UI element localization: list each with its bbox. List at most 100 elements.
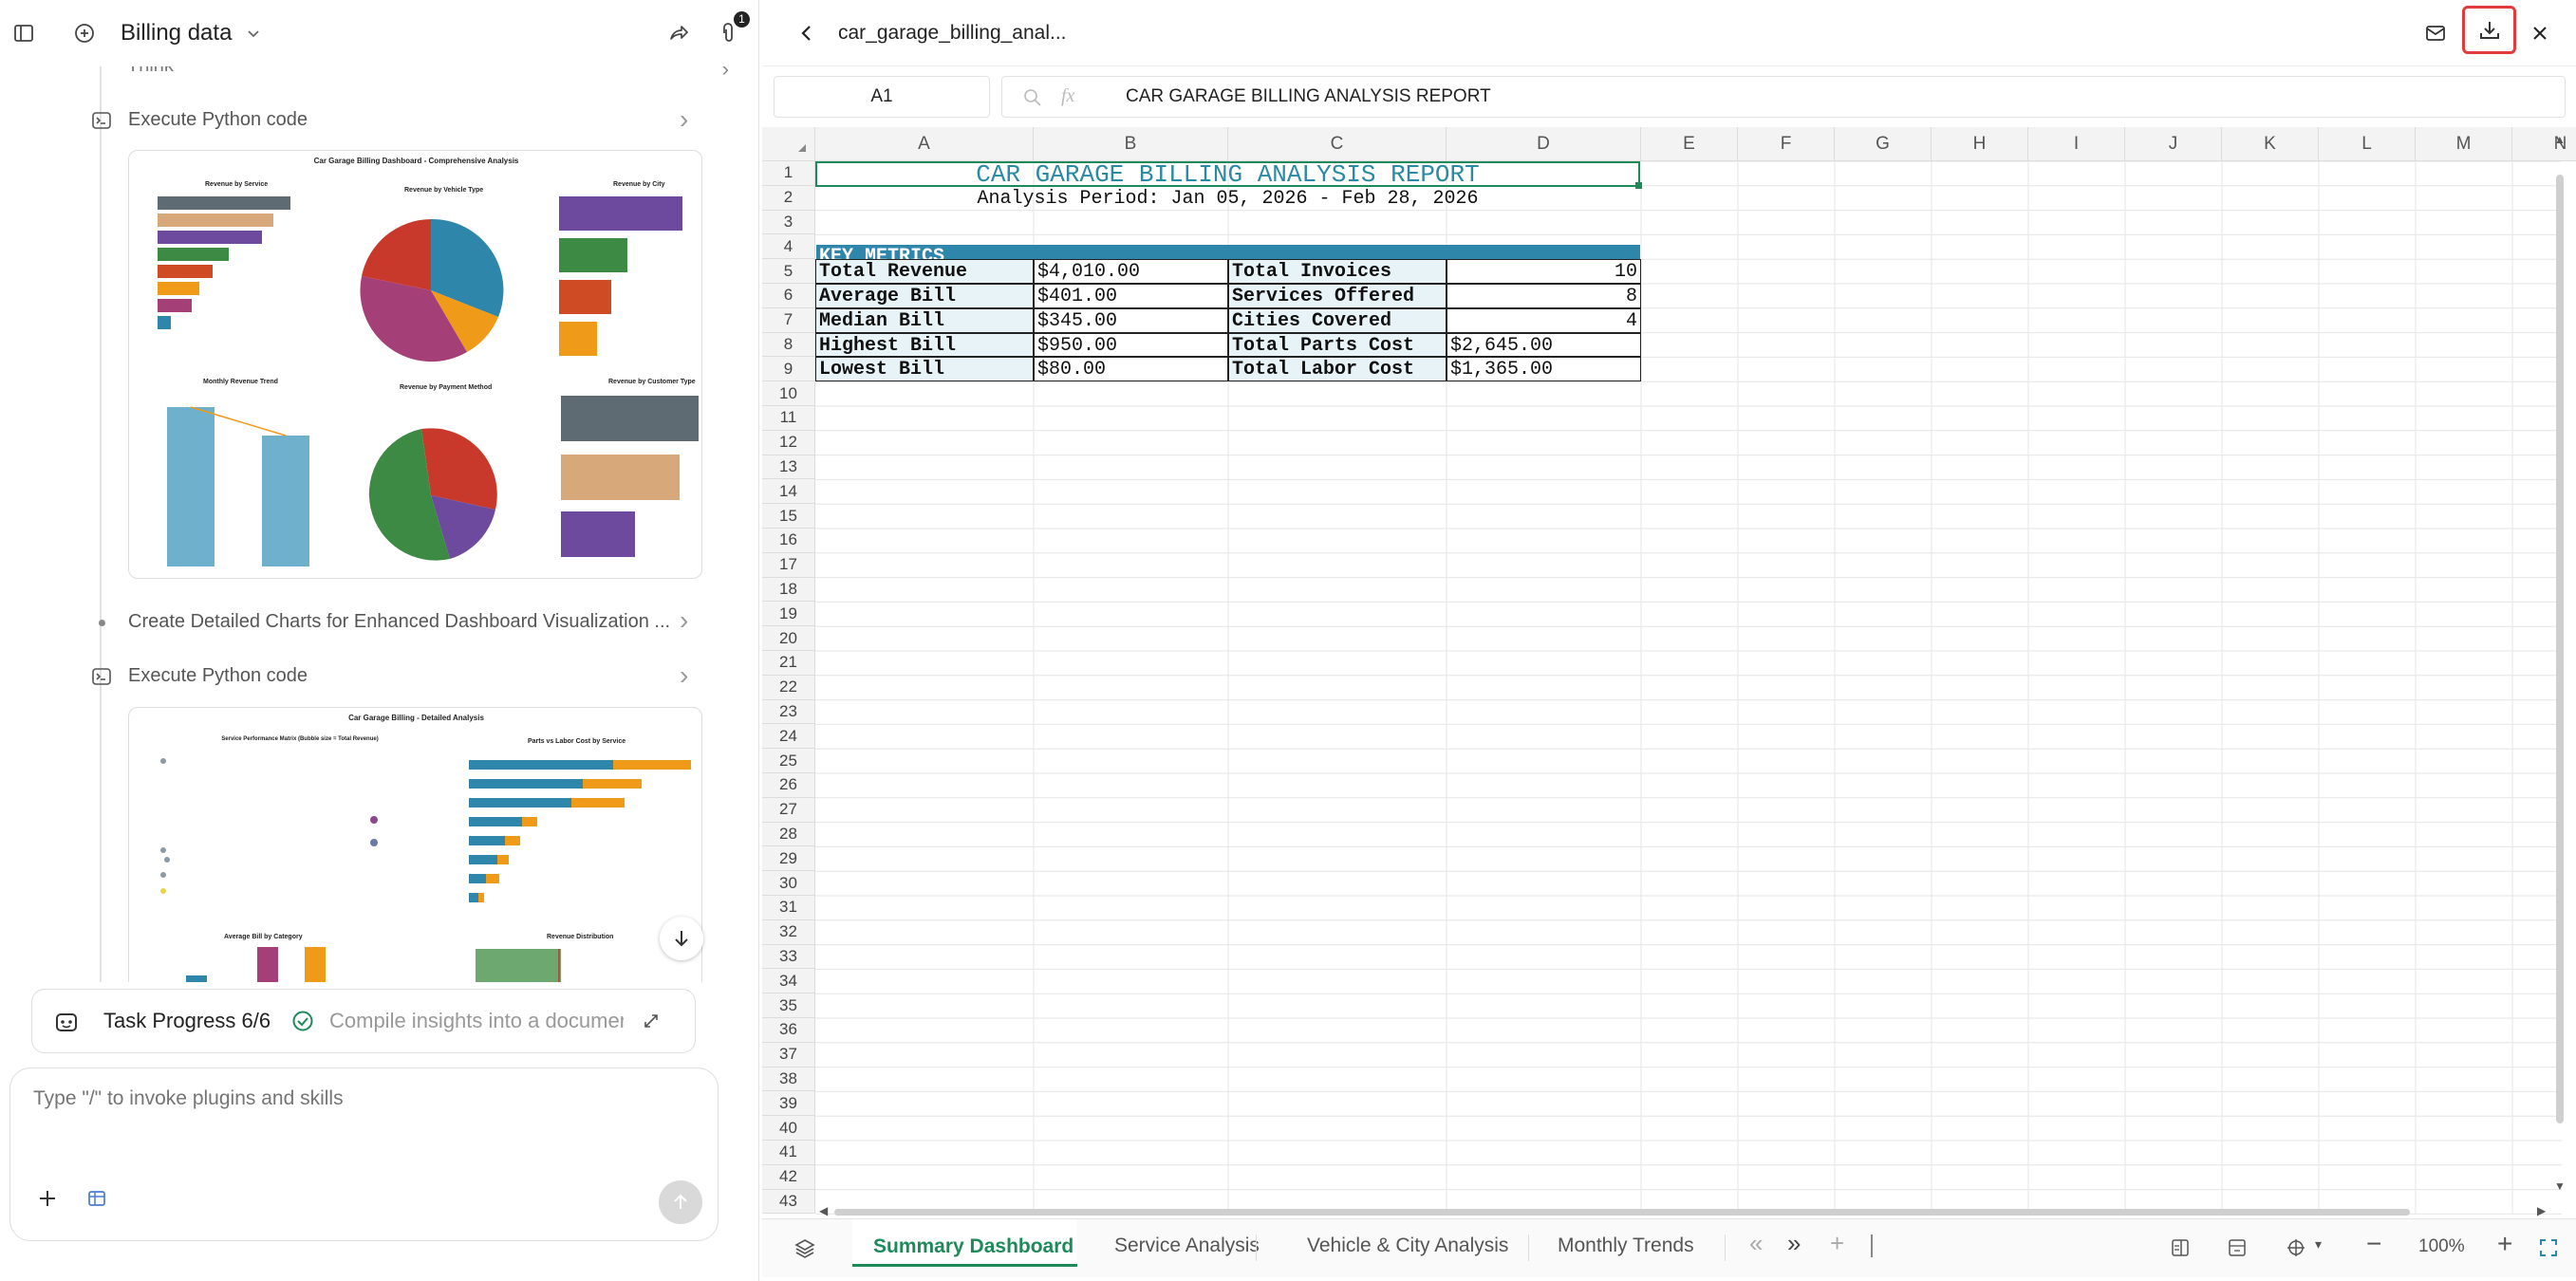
step1-chevron-icon[interactable]: › bbox=[680, 104, 688, 135]
back-icon[interactable] bbox=[793, 19, 821, 47]
metric-l1-cell[interactable]: Total Revenue bbox=[815, 259, 1034, 284]
metric-l2-cell[interactable]: Services Offered bbox=[1228, 284, 1447, 308]
metric-v2-cell[interactable]: $2,645.00 bbox=[1447, 332, 1641, 358]
tab-first-icon[interactable]: « bbox=[1749, 1229, 1763, 1258]
row-header[interactable]: 35 bbox=[762, 993, 815, 1018]
column-header-k[interactable]: K bbox=[2222, 127, 2319, 161]
row-header[interactable]: 42 bbox=[762, 1164, 815, 1190]
row-header[interactable]: 41 bbox=[762, 1141, 815, 1165]
column-header-n[interactable]: N bbox=[2512, 127, 2576, 161]
row-header[interactable]: 8 bbox=[762, 332, 815, 358]
select-all-corner[interactable] bbox=[762, 127, 815, 161]
column-header-h[interactable]: H bbox=[1932, 127, 2028, 161]
zoom-out-icon[interactable]: − bbox=[2366, 1229, 2381, 1259]
metric-v2-cell[interactable]: 4 bbox=[1447, 307, 1641, 333]
sheet-grid[interactable]: ABCDEFGHIJKLMN 1 2 3 4 5 6 7 8 9 10 11 12 13 14 15 16 17… bbox=[762, 127, 2576, 1218]
detailed-chart-image[interactable]: Car Garage Billing - Detailed Analysis S… bbox=[128, 707, 702, 982]
metric-l2-cell[interactable]: Total Labor Cost bbox=[1228, 357, 1447, 382]
chevron-down-icon[interactable] bbox=[243, 23, 264, 44]
send-button[interactable] bbox=[659, 1180, 702, 1224]
layers-icon[interactable] bbox=[791, 1235, 819, 1263]
scroll-up-arrow-icon[interactable]: ▲ bbox=[2554, 133, 2566, 146]
metric-v2-cell[interactable]: 10 bbox=[1447, 259, 1641, 284]
mail-icon[interactable] bbox=[2421, 19, 2450, 47]
row-header[interactable]: 5 bbox=[762, 259, 815, 284]
row-header[interactable]: 31 bbox=[762, 896, 815, 920]
row-header[interactable]: 28 bbox=[762, 822, 815, 847]
row-header[interactable]: 37 bbox=[762, 1042, 815, 1068]
column-header-e[interactable]: E bbox=[1641, 127, 1738, 161]
comment-view-icon[interactable] bbox=[2224, 1235, 2250, 1261]
report-title[interactable]: CAR GARAGE BILLING ANALYSIS REPORT bbox=[815, 162, 1640, 187]
metric-l2-cell[interactable]: Cities Covered bbox=[1228, 307, 1447, 333]
fullscreen-icon[interactable] bbox=[2535, 1235, 2562, 1261]
row-header[interactable]: 23 bbox=[762, 699, 815, 725]
step2-chevron-icon[interactable]: › bbox=[680, 605, 688, 636]
column-header-i[interactable]: I bbox=[2028, 127, 2125, 161]
metric-l1-cell[interactable]: Median Bill bbox=[815, 307, 1034, 333]
column-header-b[interactable]: B bbox=[1034, 127, 1228, 161]
row-header[interactable]: 1 bbox=[762, 161, 815, 186]
metric-v1-cell[interactable]: $4,010.00 bbox=[1034, 259, 1228, 284]
row-header[interactable]: 26 bbox=[762, 773, 815, 798]
row-header[interactable]: 17 bbox=[762, 552, 815, 578]
outline-view-icon[interactable] bbox=[2167, 1235, 2193, 1261]
row-header[interactable]: 11 bbox=[762, 406, 815, 431]
metric-v1-cell[interactable]: $401.00 bbox=[1034, 284, 1228, 308]
horizontal-scrollbar[interactable] bbox=[834, 1209, 2410, 1216]
row-header[interactable]: 32 bbox=[762, 919, 815, 945]
download-button[interactable] bbox=[2462, 6, 2516, 54]
row-header[interactable]: 39 bbox=[762, 1091, 815, 1117]
row-header[interactable]: 3 bbox=[762, 210, 815, 235]
share-icon[interactable] bbox=[664, 19, 693, 47]
step-execute-python-1[interactable]: Execute Python code bbox=[128, 109, 308, 131]
metric-l1-cell[interactable]: Average Bill bbox=[815, 284, 1034, 308]
row-header[interactable]: 16 bbox=[762, 529, 815, 553]
row-header[interactable]: 7 bbox=[762, 307, 815, 333]
chat-input-box[interactable] bbox=[9, 1068, 719, 1241]
row-header[interactable]: 18 bbox=[762, 577, 815, 603]
row-header[interactable]: 21 bbox=[762, 651, 815, 676]
metric-l1-cell[interactable]: Highest Bill bbox=[815, 332, 1034, 358]
metric-v1-cell[interactable]: $80.00 bbox=[1034, 357, 1228, 382]
row-header[interactable]: 24 bbox=[762, 724, 815, 750]
metric-v1-cell[interactable]: $950.00 bbox=[1034, 332, 1228, 358]
sidebar-toggle-icon[interactable] bbox=[9, 19, 38, 47]
metric-v2-cell[interactable]: 8 bbox=[1447, 284, 1641, 308]
row-header[interactable]: 9 bbox=[762, 357, 815, 382]
metric-l2-cell[interactable]: Total Invoices bbox=[1228, 259, 1447, 284]
zoom-level[interactable]: 100% bbox=[2418, 1236, 2465, 1257]
row-header[interactable]: 38 bbox=[762, 1067, 815, 1092]
row-header[interactable]: 36 bbox=[762, 1018, 815, 1043]
row-header[interactable]: 19 bbox=[762, 602, 815, 627]
column-header-a[interactable]: A bbox=[815, 127, 1034, 161]
chat-title[interactable]: Billing data bbox=[121, 20, 232, 46]
tab-monthly-trends[interactable]: Monthly Trends bbox=[1558, 1235, 1694, 1257]
row-header[interactable]: 14 bbox=[762, 479, 815, 505]
column-header-l[interactable]: L bbox=[2319, 127, 2416, 161]
tab-summary-dashboard[interactable]: Summary Dashboard bbox=[852, 1219, 1077, 1267]
formula-input[interactable]: fx CAR GARAGE BILLING ANALYSIS REPORT bbox=[1001, 76, 2566, 118]
row-header[interactable]: 43 bbox=[762, 1189, 815, 1215]
metric-v1-cell[interactable]: $345.00 bbox=[1034, 307, 1228, 333]
scroll-down-arrow-icon[interactable]: ▼ bbox=[2554, 1179, 2566, 1193]
scroll-down-button[interactable] bbox=[660, 917, 703, 960]
task-progress-bar[interactable]: Task Progress 6/6 Compile insights into … bbox=[31, 989, 696, 1053]
think-label[interactable]: Think bbox=[127, 66, 174, 77]
name-box[interactable]: A1 bbox=[774, 76, 990, 118]
add-sheet-icon[interactable]: + bbox=[1830, 1229, 1844, 1258]
column-header-c[interactable]: C bbox=[1228, 127, 1447, 161]
row-header[interactable]: 4 bbox=[762, 234, 815, 260]
metric-v2-cell[interactable]: $1,365.00 bbox=[1447, 357, 1641, 382]
row-header[interactable]: 6 bbox=[762, 284, 815, 308]
vertical-scrollbar[interactable] bbox=[2556, 175, 2564, 1123]
step-create-charts[interactable]: Create Detailed Charts for Enhanced Dash… bbox=[128, 611, 670, 633]
row-header[interactable]: 22 bbox=[762, 675, 815, 700]
row-header[interactable]: 13 bbox=[762, 455, 815, 480]
column-header-g[interactable]: G bbox=[1835, 127, 1932, 161]
scroll-right-arrow-icon[interactable]: ▶ bbox=[2537, 1204, 2546, 1217]
column-header-d[interactable]: D bbox=[1447, 127, 1641, 161]
column-header-m[interactable]: M bbox=[2416, 127, 2512, 161]
chat-input[interactable] bbox=[33, 1087, 688, 1163]
metric-l2-cell[interactable]: Total Parts Cost bbox=[1228, 332, 1447, 358]
